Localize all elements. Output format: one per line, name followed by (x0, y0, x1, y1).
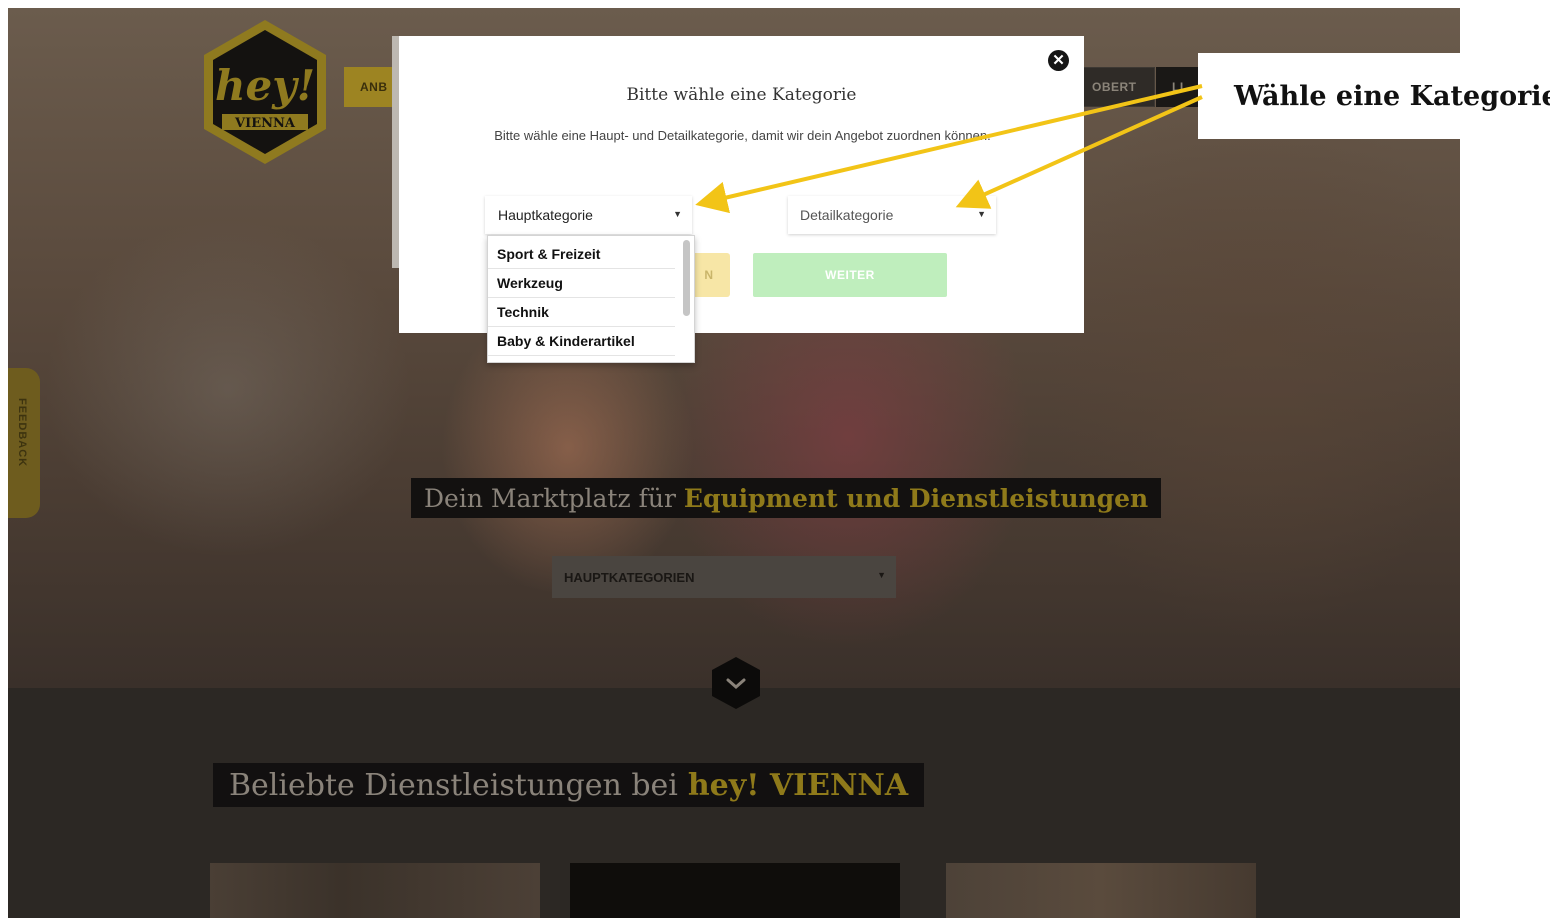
hero-tagline: Dein Marktplatz für Equipment und Dienst… (411, 478, 1162, 518)
dropdown-option[interactable]: Baby & Kinderartikel (488, 327, 675, 356)
close-icon[interactable]: ✕ (1048, 50, 1069, 71)
scroll-down-button[interactable] (709, 656, 763, 710)
modal-title: Bitte wähle eine Kategorie (626, 85, 857, 105)
modal-side-edge (392, 36, 399, 268)
section-title: Beliebte Dienstleistungen bei hey! VIENN… (213, 763, 925, 807)
main-category-dropdown[interactable]: Sport & Freizeit Werkzeug Technik Baby &… (487, 235, 695, 363)
caret-down-icon: ▼ (877, 570, 886, 580)
caret-down-icon: ▼ (673, 209, 682, 219)
section-title-prefix: Beliebte Dienstleistungen bei (229, 767, 678, 803)
dropdown-option[interactable]: Werkzeug (488, 269, 675, 298)
caret-down-icon: ▼ (977, 209, 986, 219)
section-title-highlight: hey! VIENNA (687, 767, 909, 803)
detail-category-label: Detailkategorie (800, 207, 894, 223)
detail-category-select[interactable]: Detailkategorie ▼ (788, 196, 996, 234)
tagline-prefix: Dein Marktplatz für (424, 483, 676, 513)
hero-select-label: HAUPTKATEGORIEN (564, 569, 695, 585)
nav-login-button[interactable]: OBERT (1075, 67, 1155, 107)
dropdown-scrollbar[interactable] (683, 240, 690, 316)
dropdown-option[interactable]: Sport & Freizeit (488, 240, 675, 269)
service-card[interactable] (570, 863, 900, 918)
service-card[interactable] (210, 863, 540, 918)
feedback-tab[interactable]: FEEDBACK (8, 368, 40, 518)
feedback-label: FEEDBACK (16, 398, 28, 468)
logo-subtext: VIENNA (234, 116, 296, 131)
tagline-highlight: Equipment und Dienstleistungen (683, 483, 1149, 513)
main-category-label: Hauptkategorie (498, 207, 593, 223)
hey-vienna-logo[interactable]: hey! VIENNA (200, 18, 330, 166)
annotation-callout: Wähle eine Kategorie (1198, 53, 1550, 139)
logo-text: hey! (215, 61, 315, 110)
next-button[interactable]: WEITER (753, 253, 947, 297)
main-category-select[interactable]: Hauptkategorie ▼ (485, 196, 692, 234)
dropdown-option[interactable]: Technik (488, 298, 675, 327)
hero-category-select[interactable]: HAUPTKATEGORIEN ▼ (552, 556, 896, 598)
modal-description: Bitte wähle eine Haupt- und Detailkatego… (494, 128, 991, 143)
service-card[interactable] (946, 863, 1256, 918)
